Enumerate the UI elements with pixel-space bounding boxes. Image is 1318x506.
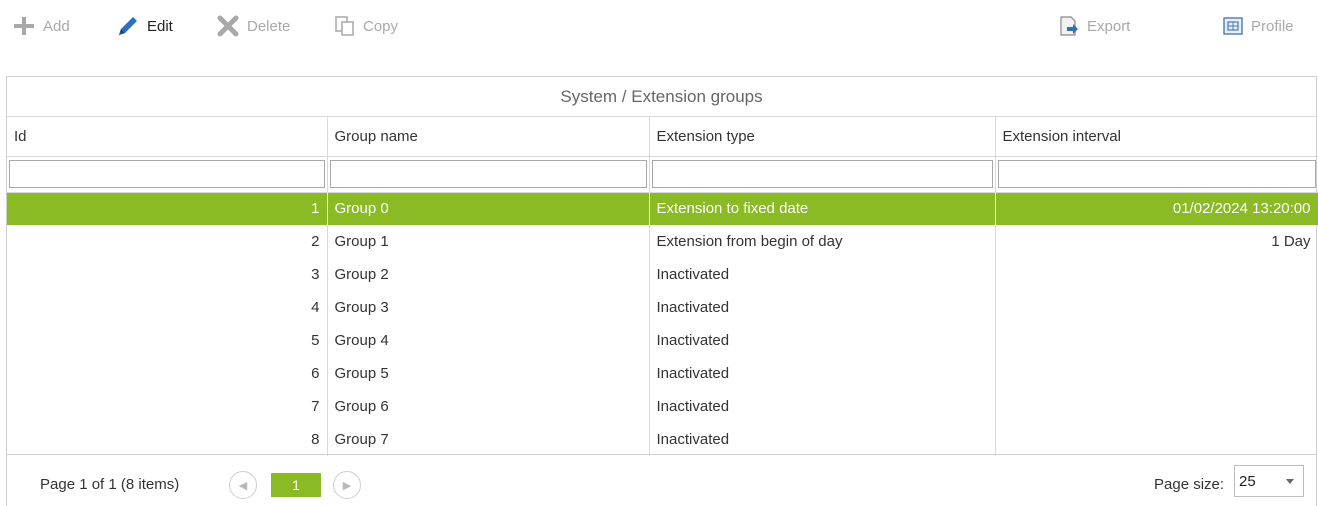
profile-icon <box>1222 15 1244 37</box>
table-row[interactable]: 7 Group 6 Inactivated <box>7 390 1318 423</box>
filter-input-extension-interval[interactable] <box>997 160 1316 188</box>
cell-extension-interval: 1 Day <box>995 225 1318 258</box>
header-row: Id Group name Extension type Extension i… <box>7 117 1318 157</box>
pencil-icon <box>116 14 140 38</box>
page-size-value: 25 <box>1239 472 1256 490</box>
cell-id: 7 <box>7 390 328 423</box>
filter-row <box>7 156 1318 193</box>
cell-group-name: Group 7 <box>327 423 650 456</box>
table-row[interactable]: 4 Group 3 Inactivated <box>7 291 1318 324</box>
table-row[interactable]: 5 Group 4 Inactivated <box>7 324 1318 357</box>
cell-extension-type: Extension from begin of day <box>649 225 996 258</box>
pager-info: Page 1 of 1 (8 items) <box>40 476 180 493</box>
column-header-extension-interval[interactable]: Extension interval <box>995 117 1318 157</box>
export-button[interactable]: Export <box>1058 12 1130 40</box>
cell-extension-type: Inactivated <box>649 423 996 456</box>
cell-extension-type: Inactivated <box>649 258 996 291</box>
page-button-current[interactable]: 1 <box>271 473 321 497</box>
export-icon <box>1058 15 1080 37</box>
cell-extension-type: Inactivated <box>649 390 996 423</box>
caret-down-icon <box>1286 479 1294 484</box>
cell-extension-type: Inactivated <box>649 291 996 324</box>
cell-extension-interval <box>995 357 1318 390</box>
toolbar: Add Edit Delete Copy Export Profile <box>0 0 1318 54</box>
copy-button-label: Copy <box>363 17 399 35</box>
grid-title: System / Extension groups <box>7 77 1316 117</box>
cell-id: 1 <box>7 192 328 225</box>
x-icon <box>216 15 240 37</box>
cell-id: 2 <box>7 225 328 258</box>
filter-cell-extension-type <box>649 156 996 193</box>
page-size-label: Page size: <box>1154 476 1225 493</box>
cell-extension-interval: 01/02/2024 13:20:00 <box>995 192 1318 225</box>
filter-cell-group-name <box>327 156 650 193</box>
filter-cell-id <box>7 156 328 193</box>
cell-extension-interval <box>995 390 1318 423</box>
chevron-left-icon[interactable]: ◀ <box>229 471 257 499</box>
add-button[interactable]: Add <box>12 12 70 40</box>
export-button-label: Export <box>1087 17 1131 35</box>
cell-group-name: Group 3 <box>327 291 650 324</box>
cell-id: 4 <box>7 291 328 324</box>
delete-button-label: Delete <box>247 17 291 35</box>
column-header-id[interactable]: Id <box>7 117 328 157</box>
table-row[interactable]: 1 Group 0 Extension to fixed date 01/02/202… <box>7 192 1318 225</box>
filter-input-group-name[interactable] <box>329 160 647 188</box>
extension-groups-grid: System / Extension groups Id Group name … <box>6 76 1318 506</box>
grid-table: Id Group name Extension type Extension i… <box>7 117 1318 456</box>
cell-group-name: Group 2 <box>327 258 650 291</box>
cell-id: 8 <box>7 423 328 456</box>
cell-id: 3 <box>7 258 328 291</box>
table-row[interactable]: 6 Group 5 Inactivated <box>7 357 1318 390</box>
add-button-label: Add <box>43 17 70 35</box>
cell-id: 6 <box>7 357 328 390</box>
filter-input-extension-type[interactable] <box>651 160 993 188</box>
cell-extension-type: Extension to fixed date <box>649 192 996 225</box>
delete-button[interactable]: Delete <box>216 12 290 40</box>
cell-extension-interval <box>995 291 1318 324</box>
table-row[interactable]: 2 Group 1 Extension from begin of day 1 Day <box>7 225 1318 258</box>
filter-cell-extension-interval <box>995 156 1318 193</box>
plus-icon <box>12 15 36 37</box>
profile-button-label: Profile <box>1251 17 1294 35</box>
cell-extension-type: Inactivated <box>649 357 996 390</box>
cell-extension-type: Inactivated <box>649 324 996 357</box>
cell-group-name: Group 1 <box>327 225 650 258</box>
page-size-select[interactable]: 25 <box>1234 465 1304 497</box>
cell-group-name: Group 5 <box>327 357 650 390</box>
copy-icon <box>334 15 356 37</box>
cell-group-name: Group 6 <box>327 390 650 423</box>
pager: Page 1 of 1 (8 items) ◀ 1 ▶ Page size: 2… <box>6 454 1317 506</box>
profile-button[interactable]: Profile <box>1222 12 1294 40</box>
table-row[interactable]: 3 Group 2 Inactivated <box>7 258 1318 291</box>
table-row[interactable]: 8 Group 7 Inactivated <box>7 423 1318 456</box>
cell-group-name: Group 4 <box>327 324 650 357</box>
chevron-right-icon[interactable]: ▶ <box>333 471 361 499</box>
column-header-group-name[interactable]: Group name <box>327 117 650 157</box>
copy-button[interactable]: Copy <box>334 12 398 40</box>
cell-id: 5 <box>7 324 328 357</box>
column-header-extension-type[interactable]: Extension type <box>649 117 996 157</box>
edit-button-label: Edit <box>147 17 173 35</box>
edit-button[interactable]: Edit <box>116 12 173 40</box>
cell-group-name: Group 0 <box>327 192 650 225</box>
filter-input-id[interactable] <box>9 160 325 188</box>
cell-extension-interval <box>995 423 1318 456</box>
cell-extension-interval <box>995 324 1318 357</box>
cell-extension-interval <box>995 258 1318 291</box>
